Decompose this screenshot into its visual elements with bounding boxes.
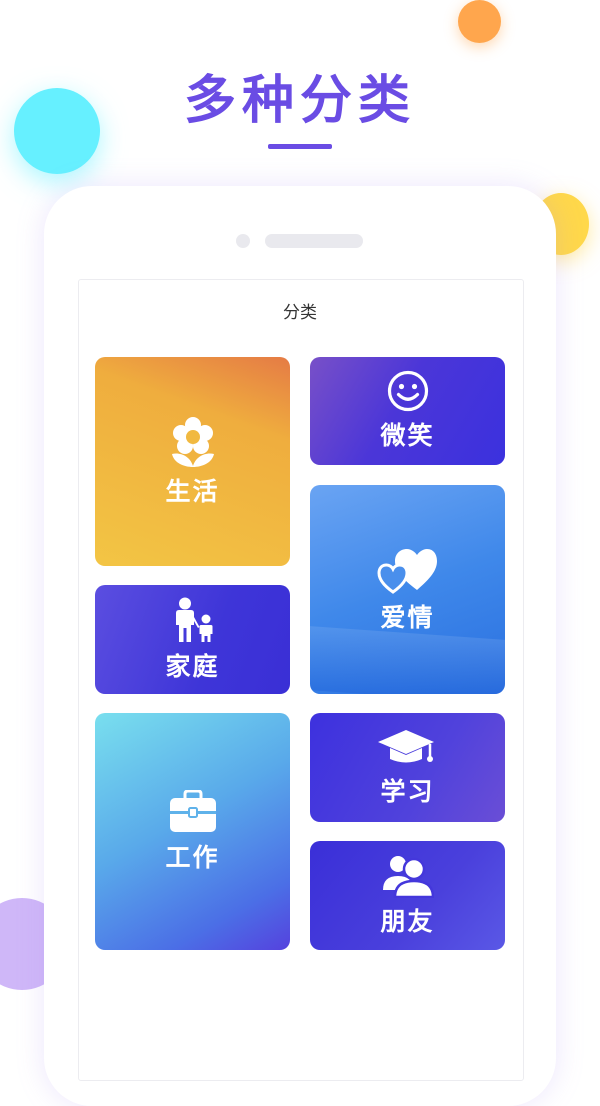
flower-icon: [171, 416, 214, 467]
category-label: 朋友: [380, 906, 435, 936]
category-label: 学习: [380, 776, 435, 806]
category-work-tile[interactable]: 工作: [95, 713, 290, 950]
hearts-icon: [376, 548, 437, 594]
phone-camera: [236, 234, 250, 248]
headline-underline: [268, 144, 332, 149]
category-friend-tile[interactable]: 朋友: [310, 841, 505, 950]
category-label: 爱情: [380, 602, 435, 632]
promo-headline: 多种分类: [183, 71, 416, 131]
category-family-tile[interactable]: 家庭: [95, 585, 290, 694]
smile-icon: [387, 370, 428, 412]
page-title: 分类: [283, 303, 317, 323]
graduation-cap-icon: [377, 729, 434, 762]
category-love-tile[interactable]: 爱情: [310, 485, 505, 694]
category-life-tile[interactable]: 生活: [95, 357, 290, 566]
category-label: 工作: [165, 842, 220, 872]
decor-stripe: [310, 626, 505, 694]
friends-icon: [382, 855, 434, 898]
phone-speaker: [265, 234, 363, 248]
category-study-tile[interactable]: 学习: [310, 713, 505, 822]
category-label: 生活: [165, 476, 220, 506]
decor-bubble-orange: [458, 0, 501, 43]
category-label: 微笑: [380, 421, 435, 450]
category-smile-tile[interactable]: 微笑: [310, 357, 505, 465]
briefcase-icon: [169, 789, 216, 832]
category-label: 家庭: [165, 651, 220, 681]
family-icon: [175, 597, 212, 642]
